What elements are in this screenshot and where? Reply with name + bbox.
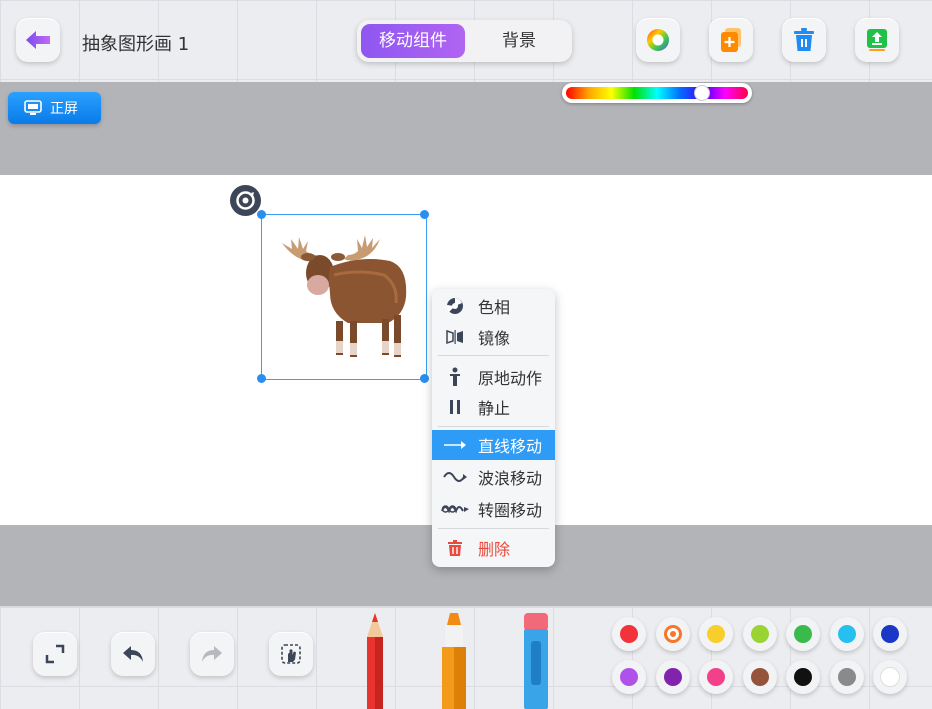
back-icon xyxy=(26,31,50,49)
menu-item-wave-move[interactable]: 波浪移动 xyxy=(432,462,555,492)
color-swatch[interactable] xyxy=(829,660,864,694)
menu-item-delete[interactable]: 删除 xyxy=(432,533,555,563)
color-swatch[interactable] xyxy=(655,617,690,651)
menu-item-label: 直线移动 xyxy=(478,437,543,456)
menu-item-loop-move[interactable]: 转圈移动 xyxy=(432,494,555,524)
pause-icon xyxy=(450,400,460,414)
menu-item-linear-move[interactable]: 直线移动 xyxy=(432,430,555,460)
add-copy-button[interactable] xyxy=(709,18,753,62)
export-button[interactable] xyxy=(855,18,899,62)
rotate-handle[interactable] xyxy=(230,185,261,216)
color-swatch[interactable] xyxy=(742,660,777,694)
resize-handle-bottom-left[interactable] xyxy=(257,374,266,383)
undo-button[interactable] xyxy=(111,632,155,676)
eraser-tool[interactable] xyxy=(520,611,552,709)
add-copy-icon xyxy=(721,28,741,52)
color-swatch-fill xyxy=(707,668,725,686)
mirror-icon xyxy=(446,329,463,345)
color-swatch[interactable] xyxy=(699,617,733,651)
person-icon xyxy=(450,367,460,386)
loop-icon xyxy=(441,505,469,514)
color-swatch-fill xyxy=(620,625,638,643)
context-menu: 色相 镜像 原地动作 静止 直线移动 波浪移动 转圈移动 删除 xyxy=(432,289,555,567)
hue-icon xyxy=(446,298,463,314)
color-wheel-icon xyxy=(647,29,669,51)
color-swatch[interactable] xyxy=(742,617,777,651)
trash-icon xyxy=(794,28,814,51)
menu-item-label: 镜像 xyxy=(478,329,511,348)
trash-icon xyxy=(448,540,462,556)
undo-icon xyxy=(123,646,143,662)
moose-image xyxy=(282,235,407,357)
color-swatch-fill xyxy=(794,625,812,643)
monitor-icon xyxy=(24,100,42,115)
tab-move-component[interactable]: 移动组件 xyxy=(361,24,465,58)
selected-sticker[interactable] xyxy=(261,214,427,380)
hue-slider-knob[interactable] xyxy=(693,85,710,101)
resize-handle-bottom-right[interactable] xyxy=(420,374,429,383)
color-swatch-fill xyxy=(620,668,638,686)
color-swatch[interactable] xyxy=(786,660,820,694)
color-swatch[interactable] xyxy=(612,660,646,694)
menu-item-hue[interactable]: 色相 xyxy=(432,291,555,321)
expand-button[interactable] xyxy=(33,632,77,676)
tab-background[interactable]: 背景 xyxy=(467,24,571,58)
color-swatch-fill xyxy=(750,625,769,643)
hue-slider[interactable] xyxy=(562,83,752,103)
color-swatch[interactable] xyxy=(829,617,864,651)
color-wheel-button[interactable] xyxy=(636,18,680,62)
menu-item-in-place-action[interactable]: 原地动作 xyxy=(432,362,555,392)
marker-tool[interactable] xyxy=(438,611,470,709)
redo-button[interactable] xyxy=(190,632,234,676)
export-icon xyxy=(867,29,887,51)
expand-icon xyxy=(45,644,65,664)
wave-icon xyxy=(443,472,467,482)
menu-item-label: 波浪移动 xyxy=(478,469,543,488)
color-swatch-fill xyxy=(794,668,812,686)
menu-item-mirror[interactable]: 镜像 xyxy=(432,322,555,352)
menu-item-label: 删除 xyxy=(478,540,511,559)
color-swatch[interactable] xyxy=(699,660,733,694)
color-swatch[interactable] xyxy=(786,617,820,651)
stage-top-margin xyxy=(0,82,932,175)
color-swatch[interactable] xyxy=(873,660,907,694)
color-swatch-fill xyxy=(663,668,682,686)
pencil-tool[interactable] xyxy=(362,611,388,709)
hue-slider-track xyxy=(566,87,748,99)
delete-button[interactable] xyxy=(782,18,826,62)
rotate-icon xyxy=(236,191,255,210)
back-button[interactable] xyxy=(16,18,60,62)
menu-item-static[interactable]: 静止 xyxy=(432,392,555,422)
color-swatch[interactable] xyxy=(873,617,907,651)
redo-icon xyxy=(202,646,222,662)
menu-item-label: 转圈移动 xyxy=(478,501,543,520)
color-swatch-fill xyxy=(707,625,725,643)
menu-separator xyxy=(438,426,549,427)
color-swatch-fill xyxy=(750,668,769,686)
menu-item-label: 静止 xyxy=(478,399,511,418)
menu-separator xyxy=(438,355,549,356)
color-swatch-fill xyxy=(837,668,856,686)
resize-handle-top-left[interactable] xyxy=(257,210,266,219)
color-swatch[interactable] xyxy=(612,617,646,651)
arrow-right-icon xyxy=(444,441,466,449)
menu-item-label: 色相 xyxy=(478,298,511,317)
color-swatch-fill xyxy=(837,625,856,643)
fullscreen-label: 正屏 xyxy=(50,101,78,117)
resize-handle-top-right[interactable] xyxy=(420,210,429,219)
color-swatch-fill xyxy=(880,667,900,687)
color-swatch-fill xyxy=(663,625,682,643)
bottom-toolbar xyxy=(0,606,932,709)
fullscreen-button[interactable]: 正屏 xyxy=(8,92,101,124)
menu-separator xyxy=(438,528,549,529)
hand-pointer-icon xyxy=(281,644,301,664)
mode-tabs: 移动组件 背景 xyxy=(357,20,572,62)
color-swatch[interactable] xyxy=(655,660,690,694)
color-swatch-fill xyxy=(881,625,899,643)
top-toolbar: 抽象图形画 1 移动组件 背景 xyxy=(0,0,932,83)
menu-item-label: 原地动作 xyxy=(478,369,543,388)
pan-button[interactable] xyxy=(269,632,313,676)
page-title: 抽象图形画 1 xyxy=(82,34,190,55)
